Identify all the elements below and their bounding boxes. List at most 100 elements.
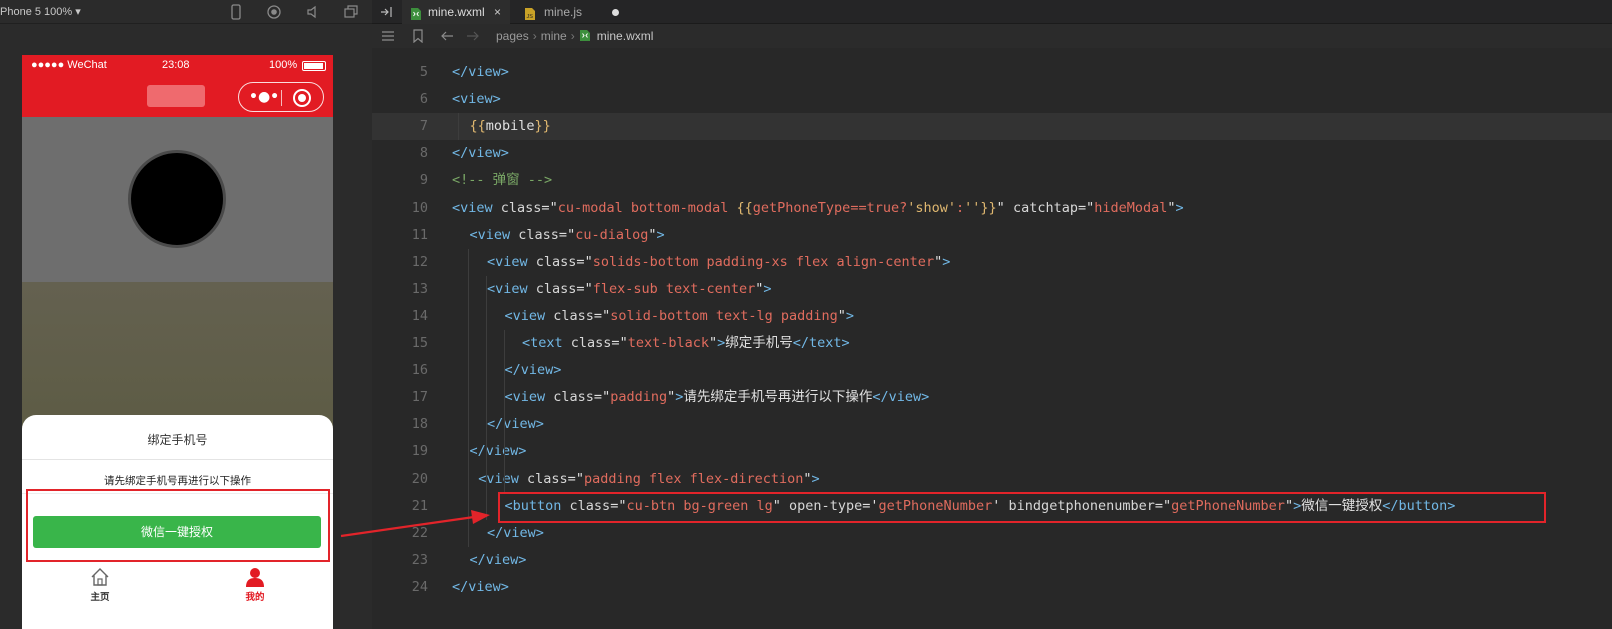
code-line[interactable]: 20 <view class="padding flex flex-directi…	[372, 466, 1612, 493]
simulator-toolbar: Phone 5 100% ▾	[0, 0, 372, 24]
line-number: 8	[419, 145, 428, 162]
page-content: 绑定手机号 请先绑定手机号再进行以下操作 微信一键授权 主页 我的	[22, 117, 333, 629]
line-number: 15	[411, 335, 428, 351]
carrier-label: ●●●●● WeChat	[31, 59, 107, 71]
highlight-box	[26, 489, 330, 562]
line-number: 23	[411, 551, 428, 568]
blurred-title	[147, 85, 205, 107]
code-line[interactable]: 17 <view class="padding">请先绑定手机号再进行以下操作</…	[372, 384, 1612, 411]
battery-icon	[302, 61, 326, 71]
svg-text:JS: JS	[527, 14, 534, 20]
line-number: 12	[411, 253, 428, 270]
line-content: <!-- 弹窗 -->	[452, 172, 553, 189]
code-line[interactable]: 23 </view>	[372, 547, 1612, 574]
line-content: </view>	[452, 64, 509, 80]
line-number: 18	[411, 416, 428, 433]
breadcrumb-pages[interactable]: pages	[496, 29, 529, 43]
bookmark-icon[interactable]	[411, 29, 425, 44]
close-miniprogram-icon[interactable]	[293, 89, 311, 107]
line-content: <view class="padding flex flex-direction…	[478, 470, 820, 487]
phone-screen: ●●●●● WeChat 23:08 100% •●• 绑定手机号 请先绑定手机…	[22, 55, 333, 629]
tab-mine[interactable]: 我的	[225, 567, 285, 607]
code-line[interactable]: 14 <view class="solid-bottom text-lg padd…	[372, 303, 1612, 330]
code-line[interactable]: 19 </view>	[372, 438, 1612, 465]
tab-label: mine.wxml	[428, 5, 485, 19]
line-content: <view class="cu-dialog">	[469, 226, 665, 243]
clock: 23:08	[162, 59, 190, 71]
line-content: <view>	[452, 91, 501, 108]
code-line[interactable]: 11 <view class="cu-dialog">	[372, 222, 1612, 249]
line-content: {{mobile}}	[469, 118, 551, 135]
line-number: 10	[411, 199, 428, 216]
code-lines: 5 </view> 6 <view> 7 {{mobile}} 8 </view> 9 <!-- …	[372, 48, 1612, 629]
line-content: </view>	[487, 524, 544, 541]
line-number: 21	[411, 497, 428, 514]
bind-phone-modal: 绑定手机号 请先绑定手机号再进行以下操作 微信一键授权 主页 我的	[22, 415, 333, 629]
line-content: <text class="text-black">绑定手机号</text>	[522, 335, 850, 351]
wxml-file-icon	[579, 30, 590, 41]
capsule-divider	[281, 90, 282, 106]
line-number: 19	[411, 443, 428, 460]
user-icon	[245, 567, 265, 587]
modal-description: 请先绑定手机号再进行以下操作	[104, 475, 251, 487]
back-arrow-icon[interactable]	[440, 29, 454, 43]
tab-label: mine.js	[544, 5, 583, 19]
wxml-file-icon	[410, 5, 422, 20]
record-icon[interactable]	[266, 4, 282, 20]
breadcrumb-mine[interactable]: mine	[541, 29, 567, 43]
tab-home-label: 主页	[90, 592, 110, 603]
line-content: <view class="flex-sub text-center">	[487, 280, 772, 297]
line-number: 7	[419, 118, 428, 135]
tab-mine-wxml[interactable]: mine.wxml ×	[402, 0, 510, 24]
line-number: 6	[419, 91, 428, 108]
code-line[interactable]: 5 </view>	[372, 59, 1612, 86]
code-line[interactable]: 15 <text class="text-black">绑定手机号</text>	[372, 330, 1612, 357]
code-line[interactable]: 9 <!-- 弹窗 -->	[372, 167, 1612, 194]
code-line[interactable]: 24 </view>	[372, 574, 1612, 601]
code-editor[interactable]: 5 </view> 6 <view> 7 {{mobile}} 8 </view> 9 <!-- …	[372, 48, 1612, 629]
more-icon[interactable]: •●•	[249, 90, 279, 105]
indent-guide	[468, 248, 469, 547]
code-line[interactable]: 10 <view class="cu-modal bottom-modal {{g…	[372, 195, 1612, 222]
line-number: 5	[419, 64, 428, 80]
indent-guide	[504, 330, 505, 493]
highlight-box	[498, 492, 1546, 523]
tab-mine-js[interactable]: JS mine.js	[514, 0, 634, 24]
modal-title: 绑定手机号	[147, 433, 208, 447]
line-content: <view class="solid-bottom text-lg paddin…	[504, 307, 855, 324]
line-number: 20	[411, 470, 428, 487]
code-line[interactable]: 18 </view>	[372, 411, 1612, 438]
volume-icon[interactable]	[305, 4, 321, 20]
code-line[interactable]: 8 </view>	[372, 140, 1612, 167]
phone-icon[interactable]	[228, 4, 244, 20]
forward-arrow-icon[interactable]	[466, 29, 480, 43]
code-line[interactable]: 6 <view>	[372, 86, 1612, 113]
line-number: 11	[411, 226, 428, 243]
device-selector[interactable]: Phone 5 100% ▾	[0, 5, 81, 18]
line-number: 24	[411, 578, 428, 595]
indent-guide	[486, 492, 487, 520]
home-icon	[90, 567, 110, 587]
breadcrumb-file[interactable]: mine.wxml	[597, 29, 654, 43]
line-content: <view class="padding">请先绑定手机号再进行以下操作</vi…	[504, 389, 930, 406]
profile-header	[22, 117, 333, 282]
status-bar: ●●●●● WeChat 23:08 100%	[22, 55, 333, 77]
avatar[interactable]	[128, 150, 226, 248]
line-number: 22	[411, 524, 428, 541]
code-line[interactable]: 16 </view>	[372, 357, 1612, 384]
line-content: </view>	[504, 362, 562, 379]
close-tab-icon[interactable]: ×	[494, 0, 501, 24]
windows-icon[interactable]	[343, 4, 359, 20]
navigation-bar: •●•	[22, 77, 333, 117]
code-line[interactable]: 12 <view class="solids-bottom padding-xs …	[372, 249, 1612, 276]
code-line[interactable]: 22 </view>	[372, 520, 1612, 547]
line-content: <view class="cu-modal bottom-modal {{get…	[452, 199, 1184, 216]
code-line[interactable]: 13 <view class="flex-sub text-center">	[372, 276, 1612, 303]
tab-home[interactable]: 主页	[70, 567, 130, 607]
line-content: </view>	[452, 578, 509, 595]
list-icon[interactable]	[381, 29, 395, 43]
line-number: 13	[411, 280, 428, 297]
unsaved-dot-icon[interactable]	[612, 9, 619, 16]
code-line[interactable]: 7 {{mobile}}	[372, 113, 1612, 141]
split-editor-icon[interactable]	[380, 5, 394, 19]
